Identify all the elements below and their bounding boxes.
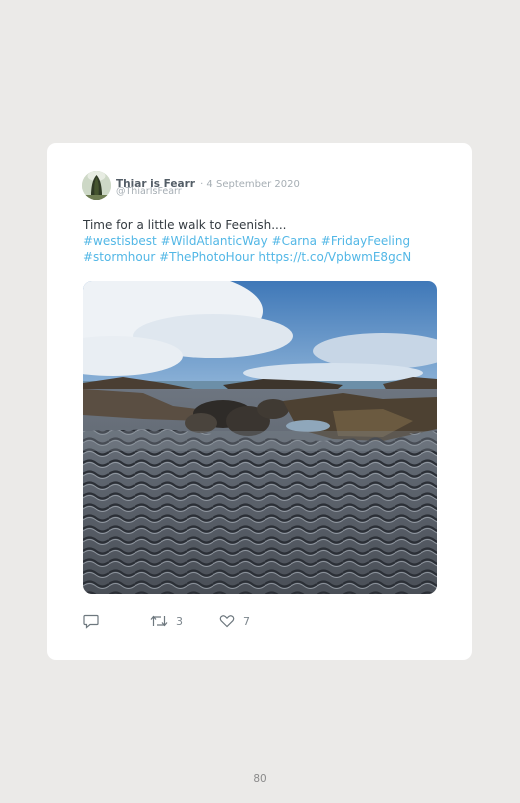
beach-photo-image bbox=[83, 281, 437, 594]
heart-icon bbox=[219, 615, 235, 628]
tweet-photo[interactable] bbox=[83, 281, 437, 594]
avatar-icon bbox=[82, 171, 111, 200]
retweet-button[interactable]: 3 bbox=[150, 614, 183, 628]
tweet-text-plain: Time for a little walk to Feenish.... bbox=[83, 218, 287, 232]
reply-icon bbox=[83, 614, 99, 629]
like-button[interactable]: 7 bbox=[219, 614, 250, 628]
tweet-text: Time for a little walk to Feenish.... #w… bbox=[83, 217, 443, 265]
avatar[interactable] bbox=[82, 171, 111, 200]
retweet-icon bbox=[150, 615, 168, 627]
like-count: 7 bbox=[243, 614, 250, 628]
user-handle[interactable]: @ThiarIsFearr bbox=[116, 186, 182, 197]
page-number: 80 bbox=[253, 773, 267, 785]
hashtags-line-2[interactable]: #stormhour #ThePhotoHour https://t.co/Vp… bbox=[83, 249, 443, 265]
tweet-card: Thiar is Fearr · 4 September 2020 @Thiar… bbox=[47, 143, 472, 660]
tweet-date[interactable]: · 4 September 2020 bbox=[200, 179, 300, 190]
reply-button[interactable] bbox=[83, 614, 107, 629]
hashtags-line-1[interactable]: #westisbest #WildAtlanticWay #Carna #Fri… bbox=[83, 233, 443, 249]
retweet-count: 3 bbox=[176, 614, 183, 628]
